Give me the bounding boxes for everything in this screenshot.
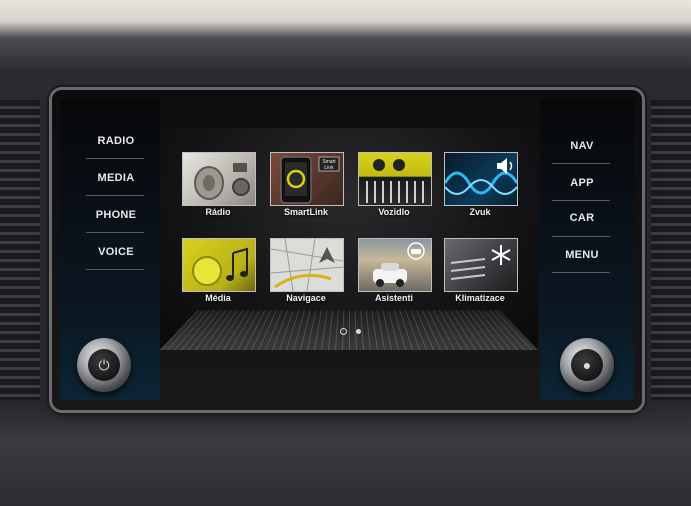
nav-key[interactable]: NAV xyxy=(554,140,610,152)
sound-wave-icon xyxy=(445,158,517,195)
tile-label-sound: Zvuk xyxy=(469,207,491,217)
key-divider xyxy=(86,158,144,159)
power-icon: ⏻ xyxy=(88,349,120,381)
tile-media[interactable] xyxy=(182,238,256,292)
radio-key[interactable]: RADIO xyxy=(88,135,144,147)
map-icon xyxy=(271,239,343,291)
car-key[interactable]: CAR xyxy=(554,212,610,224)
page-dot[interactable] xyxy=(356,329,361,334)
touch-screen: Rádio Smart Link SmartLink Vozidlo Zvuk … xyxy=(160,128,538,350)
voice-key[interactable]: VOICE xyxy=(88,246,144,258)
app-key[interactable]: APP xyxy=(554,177,610,189)
key-divider xyxy=(552,236,610,237)
car-grille-icon xyxy=(366,159,424,203)
phone-key[interactable]: PHONE xyxy=(88,209,144,221)
car-assist-icon xyxy=(373,242,425,287)
scroll-knob[interactable]: ● xyxy=(560,338,614,392)
tile-label-radio: Rádio xyxy=(205,207,231,217)
menu-key[interactable]: MENU xyxy=(554,249,610,261)
page-dot-current[interactable] xyxy=(340,328,347,335)
tile-sound[interactable] xyxy=(444,152,518,206)
tile-label-climate: Klimatizace xyxy=(455,293,505,303)
key-divider xyxy=(86,195,144,196)
key-divider xyxy=(552,163,610,164)
snowflake-icon xyxy=(450,245,511,280)
key-divider xyxy=(86,269,144,270)
volume-knob[interactable]: ⏻ xyxy=(77,338,131,392)
push-button-icon: ● xyxy=(571,349,603,381)
key-divider xyxy=(552,272,610,273)
tile-label-navigation: Navigace xyxy=(286,293,326,303)
tile-label-smartlink: SmartLink xyxy=(283,207,328,217)
media-key[interactable]: MEDIA xyxy=(88,172,144,184)
radio-speaker-icon xyxy=(194,163,250,200)
tile-assistants[interactable] xyxy=(358,238,432,292)
key-divider xyxy=(552,200,610,201)
tile-navigation[interactable] xyxy=(270,238,344,292)
tile-label-media: Média xyxy=(205,293,231,303)
air-vent-left xyxy=(0,100,40,400)
smartphone-icon: Smart Link xyxy=(280,156,340,204)
dashboard-top xyxy=(0,0,691,70)
music-note-icon xyxy=(192,247,248,286)
tile-smartlink[interactable]: Smart Link xyxy=(270,152,344,206)
key-divider xyxy=(86,232,144,233)
tile-radio[interactable] xyxy=(182,152,256,206)
dashboard-bottom xyxy=(0,400,691,506)
air-vent-right xyxy=(651,100,691,400)
tile-climate[interactable] xyxy=(444,238,518,292)
svg-text:Link: Link xyxy=(324,165,334,171)
tile-vehicle[interactable] xyxy=(358,152,432,206)
tile-label-vehicle: Vozidlo xyxy=(378,207,410,217)
screen-floor-pattern xyxy=(160,310,538,350)
tile-label-assistants: Asistenti xyxy=(374,293,413,303)
